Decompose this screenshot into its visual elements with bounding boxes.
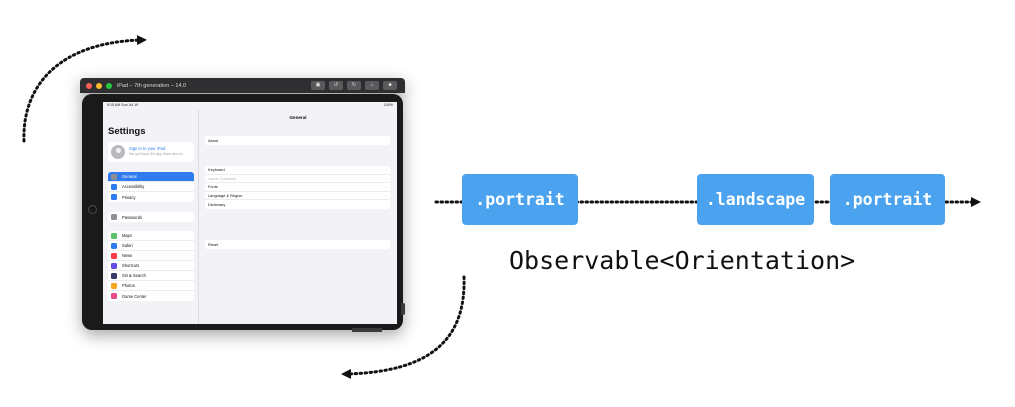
sidebar-item-label: Game Center (122, 293, 147, 299)
status-bar: 9:15 AM Sun Jul 19 100% (103, 102, 397, 110)
sidebar-item-label: Privacy (122, 194, 136, 200)
rotate-left-icon[interactable]: ↺ (329, 81, 343, 90)
safari-icon (111, 242, 117, 249)
detail-row-game-controller: Game Controller › (205, 175, 390, 183)
sidebar-item-label: Accessibility (122, 184, 145, 189)
chevron-right-icon: › (385, 184, 387, 190)
sidebar-group: Passwords (108, 212, 194, 222)
home-icon[interactable]: ⌂ (365, 81, 379, 90)
sidebar-item-label: Shortcuts (122, 263, 140, 268)
ipad-device-frame: 9:15 AM Sun Jul 19 100% Settings Sign in… (82, 94, 403, 330)
avatar (111, 145, 125, 159)
lock-icon[interactable]: ■ (383, 81, 397, 90)
home-button[interactable] (88, 205, 97, 214)
news-icon (111, 252, 117, 259)
gear-icon (111, 173, 117, 180)
sidebar-item-label: Passwords (122, 214, 143, 220)
simulator-title: iPad – 7th generation – 14.0 (117, 82, 187, 89)
sidebar-item-maps[interactable]: Maps (108, 231, 194, 241)
sidebar-item-photos[interactable]: Photos (108, 281, 194, 291)
sidebar-item-label: Safari (122, 243, 133, 248)
general-detail-pane: General About › Keyboard › Game Controller › F… (199, 110, 397, 324)
detail-row-reset[interactable]: Reset › (205, 240, 390, 249)
chevron-right-icon: › (385, 241, 387, 247)
game-center-icon (111, 293, 117, 299)
sidebar-item-label: Siri & Search (122, 273, 146, 278)
accessibility-icon (111, 183, 117, 190)
minimize-window-button[interactable] (96, 82, 102, 89)
rotate-right-icon[interactable]: ↻ (347, 81, 361, 90)
chevron-right-icon: › (385, 175, 387, 181)
detail-group: About › (205, 136, 390, 145)
maps-icon (111, 232, 117, 239)
chevron-right-icon: › (385, 201, 387, 207)
shortcuts-icon (111, 262, 117, 269)
detail-row-about[interactable]: About › (205, 136, 390, 145)
device-side-button (401, 303, 405, 315)
key-icon (111, 214, 117, 220)
chevron-right-icon: › (385, 137, 387, 143)
screenshot-icon[interactable]: ▣ (311, 81, 325, 90)
sidebar-item-general[interactable]: General (108, 172, 194, 182)
chevron-right-icon: › (385, 167, 387, 173)
sidebar-group: General Accessibility Privacy (108, 172, 194, 202)
sidebar-item-news[interactable]: News (108, 251, 194, 261)
sidebar-item-passwords[interactable]: Passwords (108, 212, 194, 222)
detail-title: General (289, 115, 307, 120)
simulator-toolbar: ▣ ↺ ↻ ⌂ ■ (311, 81, 397, 90)
detail-row-dictionary[interactable]: Dictionary › (205, 200, 390, 209)
detail-group: Reset › (205, 240, 390, 249)
detail-group: Keyboard › Game Controller › Fonts › Language … (205, 166, 390, 209)
simulator-window: iPad – 7th generation – 14.0 ▣ ↺ ↻ ⌂ ■ 9… (80, 78, 405, 332)
sidebar-item-label: General (122, 174, 137, 179)
sidebar-item-game-center[interactable]: Game Center (108, 291, 194, 301)
settings-sidebar: Settings Sign in to your iPad Set up iCl… (103, 110, 199, 324)
profile-name: Sign in to your iPad (129, 146, 166, 151)
profile-subtitle: Set up iCloud, the App Store, and m... (129, 152, 185, 156)
sidebar-item-safari[interactable]: Safari (108, 241, 194, 251)
ipad-screen: 9:15 AM Sun Jul 19 100% Settings Sign in… (103, 102, 397, 324)
sidebar-group: Maps Safari News Shortcuts Siri & Search Phot… (108, 231, 194, 301)
zoom-window-button[interactable] (106, 82, 112, 89)
profile-card[interactable]: Sign in to your iPad Set up iCloud, the … (108, 142, 194, 162)
observable-label: Observable<Orientation> (509, 246, 856, 275)
photos-icon (111, 282, 117, 289)
detail-row-label: Keyboard (208, 167, 225, 173)
chevron-right-icon: › (385, 192, 387, 198)
siri-icon (111, 272, 117, 279)
device-bottom-edge (352, 328, 382, 332)
sidebar-item-label: Photos (122, 283, 135, 288)
detail-row-keyboard[interactable]: Keyboard › (205, 166, 390, 175)
simulator-titlebar: iPad – 7th generation – 14.0 ▣ ↺ ↻ ⌂ ■ (80, 78, 405, 93)
detail-row-label: Dictionary (208, 201, 226, 207)
sidebar-item-privacy[interactable]: Privacy (108, 192, 194, 202)
detail-row-fonts[interactable]: Fonts › (205, 183, 390, 192)
sidebar-title: Settings (108, 126, 146, 137)
event-portrait: .portrait (462, 174, 578, 225)
sidebar-item-shortcuts[interactable]: Shortcuts (108, 261, 194, 271)
sidebar-item-accessibility[interactable]: Accessibility (108, 182, 194, 192)
sidebar-item-label: News (122, 253, 133, 258)
event-landscape: .landscape (697, 174, 814, 225)
sidebar-item-label: Maps (122, 233, 133, 238)
status-time: 9:15 AM Sun Jul 19 (107, 103, 139, 107)
detail-row-label: Fonts (208, 184, 218, 190)
detail-row-label: Language & Region (208, 192, 243, 198)
detail-row-label: About (208, 137, 219, 143)
hand-icon (111, 194, 117, 200)
detail-row-language-region[interactable]: Language & Region › (205, 192, 390, 200)
detail-row-label: Game Controller (208, 175, 237, 181)
detail-row-label: Reset (208, 241, 219, 247)
event-portrait: .portrait (830, 174, 945, 225)
status-battery: 100% (383, 103, 393, 107)
sidebar-item-siri-search[interactable]: Siri & Search (108, 271, 194, 281)
close-window-button[interactable] (86, 82, 92, 89)
